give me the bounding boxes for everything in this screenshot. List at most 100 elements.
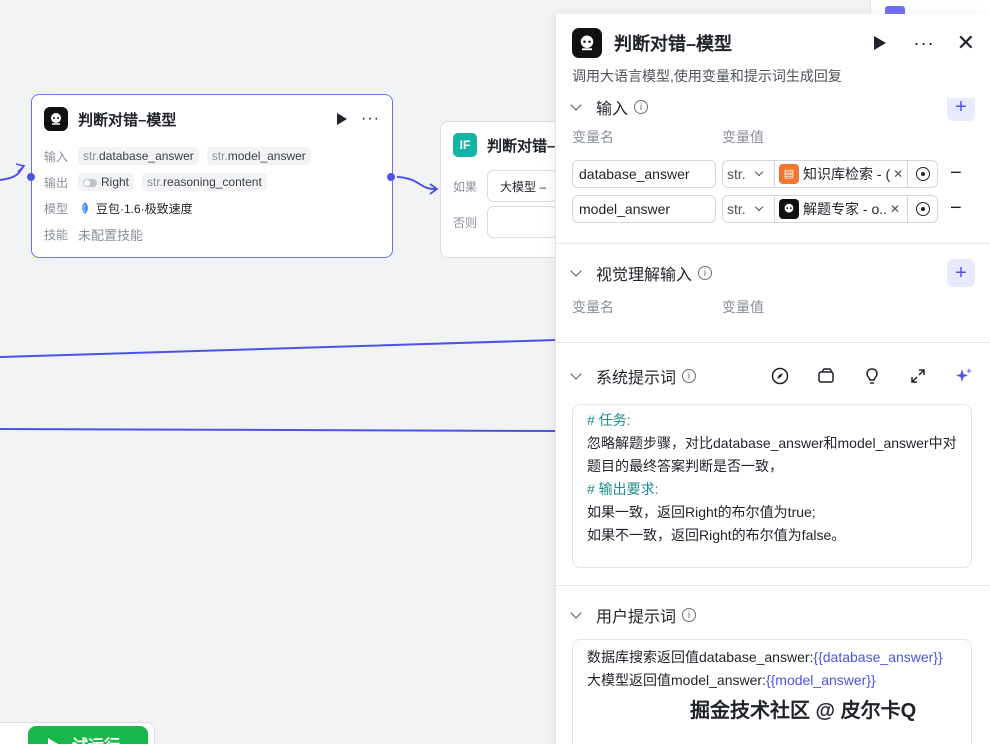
divider bbox=[556, 243, 990, 244]
variable-reference[interactable]: {{database_answer}} bbox=[813, 649, 942, 665]
library-icon[interactable] bbox=[815, 365, 837, 387]
user-prompt-section: 用户提示词 i bbox=[556, 600, 990, 630]
var-reference[interactable]: 解题专家 - o.. ✕ bbox=[775, 198, 907, 219]
more-icon[interactable]: ··· bbox=[914, 33, 935, 54]
col-var-value: 变量值 bbox=[722, 299, 764, 315]
divider bbox=[556, 585, 990, 586]
variable-picker-icon[interactable] bbox=[907, 195, 937, 222]
panel-description[interactable]: 调用大语言模型,使用变量和提示词生成回复 bbox=[556, 66, 990, 86]
info-icon[interactable]: i bbox=[634, 100, 649, 114]
llm-node-judge[interactable]: 判断对错–模型 ··· 输入 str.database_answer str.m… bbox=[27, 94, 395, 258]
close-icon[interactable]: ✕ bbox=[957, 30, 975, 56]
collapse-chevron-icon[interactable] bbox=[570, 265, 582, 277]
wire-llm-to-cond bbox=[396, 176, 437, 191]
variable-reference[interactable]: {{model_answer}} bbox=[766, 672, 876, 688]
col-var-name: 变量名 bbox=[572, 129, 614, 145]
type-select[interactable]: str. bbox=[723, 160, 775, 187]
type-select[interactable]: str. bbox=[723, 195, 775, 222]
wire-long-2 bbox=[0, 428, 557, 432]
col-var-value: 变量值 bbox=[722, 129, 764, 145]
node-inputs-row: 输入 str.database_answer str.model_answer bbox=[32, 143, 392, 169]
output-port[interactable] bbox=[387, 173, 395, 181]
prompt-line: 如果不一致，返回Right的布尔值为false。 bbox=[587, 527, 846, 543]
collapse-chevron-icon[interactable] bbox=[570, 368, 582, 380]
remove-var-button[interactable]: − bbox=[950, 197, 962, 220]
model-value: 豆包·1.6·极致速度 bbox=[96, 201, 193, 216]
clear-icon[interactable]: ✕ bbox=[890, 202, 900, 216]
clear-icon[interactable]: ✕ bbox=[893, 167, 903, 181]
add-vision-input-button[interactable]: + bbox=[947, 259, 975, 287]
output-tag: Right bbox=[78, 173, 135, 191]
var-value-field[interactable]: str. ▤ 知识库检索 - ( ✕ bbox=[722, 159, 938, 188]
node-skill-row: 技能 未配置技能 bbox=[32, 221, 392, 247]
else-branch: 否则 bbox=[441, 204, 569, 240]
run-node-icon[interactable] bbox=[337, 113, 348, 125]
top-right-control[interactable] bbox=[870, 0, 990, 16]
node-title: 判断对错–模型 bbox=[78, 111, 177, 129]
more-icon[interactable]: ··· bbox=[361, 110, 380, 128]
collapse-chevron-icon[interactable] bbox=[570, 607, 582, 619]
node-config-panel: 判断对错–模型 ··· ✕ 调用大语言模型,使用变量和提示词生成回复 输入 i … bbox=[555, 14, 990, 744]
var-value-field[interactable]: str. 解题专家 - o.. ✕ bbox=[722, 194, 938, 223]
bot-icon bbox=[572, 28, 602, 58]
if-branch: 如果 大模型 – bbox=[441, 168, 569, 204]
input-column-headers: 变量名 变量值 bbox=[556, 124, 990, 150]
section-title: 系统提示词 bbox=[596, 370, 677, 387]
run-node-icon[interactable] bbox=[873, 36, 886, 50]
var-name-field[interactable]: database_answer bbox=[572, 159, 716, 188]
reference-text: 解题专家 - o.. bbox=[803, 200, 888, 217]
prompt-line: # 输出要求: bbox=[587, 481, 659, 497]
system-prompt-section: 系统提示词 i bbox=[556, 361, 990, 391]
node-title: 判断对错– bbox=[487, 137, 556, 155]
expand-icon[interactable] bbox=[907, 365, 929, 387]
collapse-chevron-icon[interactable] bbox=[570, 99, 582, 111]
bot-icon bbox=[779, 198, 799, 219]
chevron-down-icon bbox=[754, 202, 763, 212]
bot-icon bbox=[44, 107, 68, 131]
knowledge-icon: ▤ bbox=[779, 163, 799, 184]
lightbulb-icon[interactable] bbox=[861, 365, 883, 387]
ai-sparkle-icon[interactable] bbox=[953, 365, 975, 387]
node-model-row: 模型 豆包·1.6·极致速度 bbox=[32, 195, 392, 221]
if-icon: IF bbox=[453, 133, 477, 157]
var-reference[interactable]: ▤ 知识库检索 - ( ✕ bbox=[775, 163, 907, 184]
panel-header: 判断对错–模型 ··· ✕ 调用大语言模型,使用变量和提示词生成回复 bbox=[556, 14, 990, 98]
system-prompt-editor[interactable]: # 任务: 忽略解题步骤，对比database_answer和model_ans… bbox=[572, 404, 972, 568]
skill-label: 技能 bbox=[44, 227, 69, 242]
reference-text: 知识库检索 - ( bbox=[803, 165, 891, 182]
variable-picker-icon[interactable] bbox=[907, 160, 937, 187]
condition-node[interactable]: IF 判断对错– 如果 大模型 – 否则 bbox=[440, 121, 570, 258]
prompt-line: 数据库搜索返回值database_answer:{{database_answe… bbox=[587, 649, 943, 665]
var-name-field[interactable]: model_answer bbox=[572, 194, 716, 223]
info-icon[interactable]: i bbox=[698, 266, 713, 280]
user-prompt-editor[interactable]: 数据库搜索返回值database_answer:{{database_answe… bbox=[572, 639, 972, 744]
wire-arrow-1 bbox=[15, 163, 26, 173]
remove-var-button[interactable]: − bbox=[950, 162, 962, 185]
output-tag: str.reasoning_content bbox=[142, 173, 267, 191]
if-label: 如果 bbox=[453, 179, 478, 194]
outputs-label: 输出 bbox=[44, 175, 69, 190]
input-var-row: model_answer str. 解题专家 - o.. ✕ − bbox=[556, 191, 990, 226]
wire-into-llm bbox=[0, 164, 25, 181]
panel-title[interactable]: 判断对错–模型 bbox=[614, 30, 874, 56]
chevron-down-icon bbox=[754, 167, 763, 177]
test-run-button[interactable]: 试运行 bbox=[28, 726, 148, 744]
input-port[interactable] bbox=[27, 173, 35, 181]
skill-value: 未配置技能 bbox=[78, 227, 144, 243]
info-icon[interactable]: i bbox=[682, 608, 697, 622]
prompt-line: 忽略解题步骤，对比database_answer和model_answer中对题… bbox=[587, 435, 957, 474]
section-title: 输入 bbox=[596, 101, 629, 118]
node-outputs-row: 输出 Right str.reasoning_content bbox=[32, 169, 392, 195]
boolean-toggle-icon bbox=[83, 178, 97, 187]
compass-icon[interactable] bbox=[769, 365, 791, 387]
test-run-label: 试运行 bbox=[72, 732, 120, 744]
prompt-line: 如果一致，返回Right的布尔值为true; bbox=[587, 504, 816, 520]
input-tag: str.model_answer bbox=[206, 147, 311, 165]
section-title: 视觉理解输入 bbox=[596, 267, 693, 284]
input-tag: str.database_answer bbox=[78, 147, 199, 165]
if-condition[interactable]: 大模型 – bbox=[487, 170, 557, 202]
vision-column-headers: 变量名 变量值 bbox=[556, 294, 990, 320]
else-condition[interactable] bbox=[487, 206, 557, 238]
info-icon[interactable]: i bbox=[682, 369, 697, 383]
play-icon bbox=[48, 738, 58, 744]
